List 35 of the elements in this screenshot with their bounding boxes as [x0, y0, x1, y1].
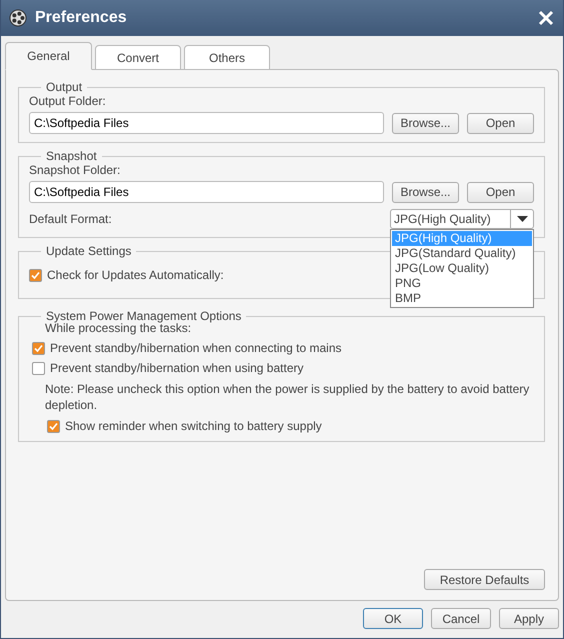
checkbox[interactable]	[29, 268, 42, 282]
browse-button[interactable]: Browse...	[392, 112, 459, 134]
dialog-button[interactable]: OK	[363, 608, 423, 629]
note-text: Note: Please uncheck this option when the power is supplied by the battery to avoid battery depletion.	[45, 381, 530, 413]
group-title: Output	[45, 80, 84, 94]
checkbox[interactable]	[32, 362, 45, 374]
dialog-button[interactable]: Apply	[499, 608, 559, 629]
checkbox-label: Prevent standby/hibernation when connecting to mains	[50, 341, 342, 355]
tab[interactable]: General	[5, 42, 92, 70]
window-title: Preferences	[35, 9, 128, 27]
browse-button[interactable]: Browse...	[392, 182, 459, 202]
field-label: Default Format:	[29, 212, 112, 226]
tab[interactable]: Others	[184, 45, 270, 70]
field-label: Output Folder:	[29, 94, 107, 108]
checkbox-label: Check for Updates Automatically:	[47, 268, 224, 282]
dialog-button[interactable]: Cancel	[431, 608, 491, 629]
folder-input[interactable]: C:\Softpedia Files	[29, 181, 384, 203]
checkbox[interactable]	[47, 420, 60, 432]
group-title: Snapshot	[45, 149, 98, 163]
close-button[interactable]	[537, 9, 555, 27]
tab[interactable]: Convert	[95, 45, 181, 70]
intro-text: While processing the tasks:	[45, 321, 192, 335]
field-label: Snapshot Folder:	[29, 163, 122, 177]
restore-defaults-button[interactable]: Restore Defaults	[424, 569, 545, 590]
format-dropdown[interactable]: JPG(High Quality)	[390, 209, 534, 229]
open-button[interactable]: Open	[467, 112, 534, 134]
checkbox-label: Prevent standby/hibernation when using battery	[50, 361, 304, 375]
open-button[interactable]: Open	[467, 182, 534, 202]
caret-icon	[516, 216, 528, 222]
checkbox[interactable]	[32, 342, 45, 354]
folder-input[interactable]: C:\Softpedia Files	[29, 112, 384, 134]
group-title: System Power Management Options	[45, 309, 242, 323]
group-title: Update Settings	[45, 244, 132, 258]
checkbox-label: Show reminder when switching to battery supply	[65, 419, 322, 433]
film-reel-icon	[9, 9, 27, 27]
